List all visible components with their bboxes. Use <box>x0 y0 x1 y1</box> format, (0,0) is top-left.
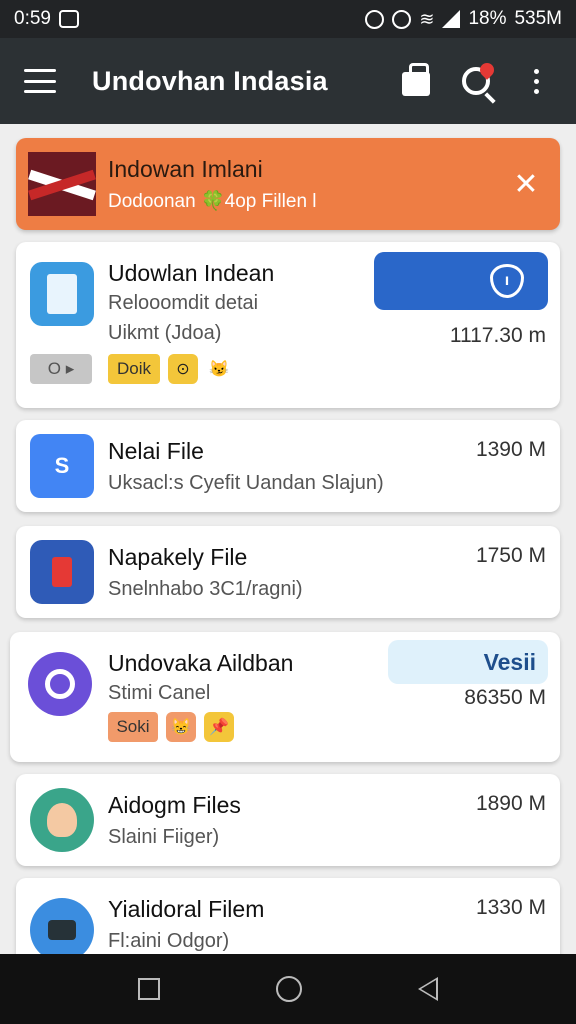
pin-icon: 📌 <box>204 712 234 742</box>
app-bar: Undovhan Indasia <box>0 38 576 124</box>
app-title: Undovhan Indasia <box>92 65 328 96</box>
item-name: Nelai File <box>108 438 204 464</box>
list-item[interactable]: Napakely File Snelnhabo 3C1/ragni) 1750 … <box>16 526 560 618</box>
bag-icon <box>402 63 430 96</box>
item-name: Udowlan Indean <box>108 260 275 286</box>
shield-icon: ı <box>490 264 524 298</box>
system-nav-bar <box>0 954 576 1024</box>
item-subtitle: Relooomdit detai <box>108 292 259 314</box>
item-size: 1330 M <box>475 896 546 919</box>
back-icon[interactable] <box>418 977 438 1001</box>
item-subtitle: Stimi Canel <box>108 682 211 704</box>
item-size: 1750 M <box>475 544 546 567</box>
calculator-app-icon <box>30 262 94 326</box>
tag-chip[interactable]: Doik <box>108 354 160 384</box>
status-time: 0:59 <box>14 8 51 29</box>
bag-button[interactable] <box>396 61 436 101</box>
recents-icon[interactable] <box>138 978 160 1000</box>
close-icon[interactable]: ✕ <box>504 167 548 202</box>
battery-percent: 18% <box>468 8 507 29</box>
item-subtitle: Snelnhabo 3C1/ragni) <box>108 578 303 600</box>
item-size: 1390 M <box>475 438 546 461</box>
flag-icon <box>28 152 96 216</box>
notification-icon <box>58 10 79 28</box>
list-item[interactable]: Aidogm Files Slaini Fiiger) 1890 M <box>16 774 560 866</box>
item-subtitle: Fl:aini Odgor) <box>108 930 230 952</box>
home-icon[interactable] <box>276 976 302 1002</box>
cat-emoji-icon: 😼 <box>204 354 234 384</box>
banner-title: Indowan Imlani <box>108 155 263 182</box>
item-size: 1117.30 m <box>449 324 546 347</box>
avatar-icon <box>30 788 94 852</box>
item-name: Yialidoral Filem <box>108 896 265 922</box>
item-size: 1890 M <box>475 792 546 815</box>
search-button[interactable] <box>456 60 497 101</box>
item-name: Aidogm Files <box>108 792 241 818</box>
item-name: Undovaka Aildban <box>108 650 294 676</box>
list-item[interactable]: S Nelai File Uksacl:s Cyefit Uandan Slaj… <box>16 420 560 512</box>
banner-subtitle: Dodoonan 🍀4op Fillen l <box>108 190 317 212</box>
camera-app-icon <box>30 898 94 962</box>
search-app-icon <box>28 652 92 716</box>
alarm-clock-icon <box>392 9 412 29</box>
toggle-chip[interactable]: O ▸ <box>30 354 92 384</box>
google-app-icon: S <box>30 434 94 498</box>
item-size: 86350 M <box>464 686 546 709</box>
status-bar: 0:59 ≋ 18% 535M <box>0 0 576 38</box>
item-subtitle: Uksacl:s Cyefit Uandan Slajun) <box>108 472 384 494</box>
more-button[interactable] <box>516 61 556 101</box>
list-item-selected[interactable]: Undovaka Aildban Stimi Canel Vesii 86350… <box>10 632 560 762</box>
signal-icon <box>442 10 461 28</box>
cat-emoji-icon: 😸 <box>166 712 196 742</box>
document-app-icon <box>30 540 94 604</box>
alarm-icon <box>365 9 385 29</box>
search-pin-icon <box>462 60 497 95</box>
menu-icon[interactable] <box>24 69 56 93</box>
protect-button[interactable]: ı <box>374 252 548 310</box>
view-button[interactable]: Vesii <box>388 640 548 684</box>
tag-chip[interactable]: Soki <box>108 712 158 742</box>
coin-icon: ⊙ <box>168 354 198 384</box>
status-right-text: 535M <box>514 8 562 29</box>
item-name: Napakely File <box>108 544 248 570</box>
wifi-icon: ≋ <box>419 8 435 29</box>
item-subtitle-2: Uikmt (Jdoa) <box>108 322 222 344</box>
promo-banner[interactable]: Indowan Imlani Dodoonan 🍀4op Fillen l ✕ <box>16 138 560 230</box>
more-icon <box>533 68 539 94</box>
list-item[interactable]: Udowlan Indean Relooomdit detai Uikmt (J… <box>16 242 560 408</box>
item-subtitle: Slaini Fiiger) <box>108 826 220 848</box>
